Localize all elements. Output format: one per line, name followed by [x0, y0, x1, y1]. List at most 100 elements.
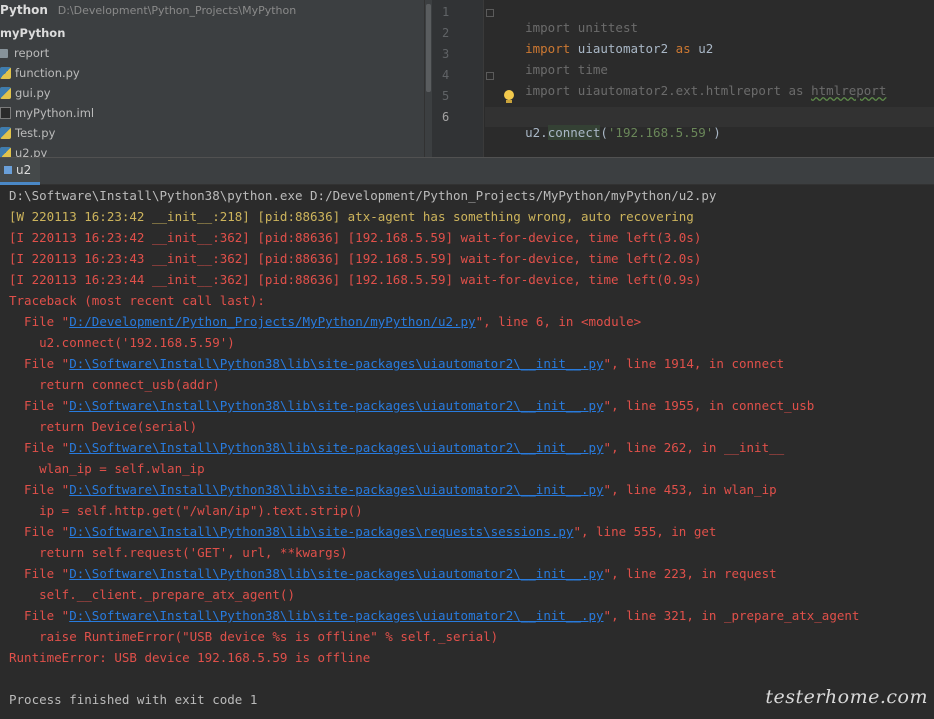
traceback-file-prefix: File ": [9, 482, 70, 497]
code-keyword: import: [525, 83, 571, 98]
traceback-frame: File "D:\Software\Install\Python38\lib\s…: [9, 479, 777, 500]
tree-root-label: myPython: [0, 26, 66, 40]
traceback-file-prefix: File ": [9, 608, 70, 623]
code-text: u2.: [525, 125, 548, 140]
code-string: '192.168.5.59': [607, 125, 714, 140]
traceback-file-prefix: File ": [9, 314, 70, 329]
line-number: 1: [442, 5, 450, 19]
traceback-location: ", line 555, in get: [573, 524, 717, 539]
traceback-file-prefix: File ": [9, 524, 70, 539]
tree-item-label: function.py: [15, 66, 80, 80]
traceback-file-link[interactable]: D:\Software\Install\Python38\lib\site-pa…: [69, 398, 603, 413]
traceback-file-link[interactable]: D:\Software\Install\Python38\lib\site-pa…: [69, 566, 603, 581]
traceback-location: ", line 6, in <module>: [475, 314, 642, 329]
traceback-file-prefix: File ": [9, 440, 70, 455]
run-tab-u2[interactable]: u2: [0, 158, 40, 185]
console-log-line: [I 220113 16:23:44 __init__:362] [pid:88…: [9, 272, 702, 287]
console-command-line: D:\Software\Install\Python38\python.exe …: [9, 188, 717, 203]
console-exit-line: Process finished with exit code 1: [9, 692, 258, 707]
traceback-location: ", line 1955, in connect_usb: [603, 398, 815, 413]
traceback-file-link[interactable]: D:\Software\Install\Python38\lib\site-pa…: [69, 440, 603, 455]
traceback-file-prefix: File ": [9, 356, 70, 371]
python-file-icon: [0, 127, 11, 139]
traceback-code: return Device(serial): [9, 419, 198, 434]
traceback-frame: File "D:\Software\Install\Python38\lib\s…: [9, 437, 784, 458]
traceback-frame: File "D:\Software\Install\Python38\lib\s…: [9, 605, 859, 626]
console-traceback-header: Traceback (most recent call last):: [9, 293, 265, 308]
run-config-icon: [4, 166, 12, 174]
traceback-code: return self.request('GET', url, **kwargs…: [9, 545, 348, 560]
traceback-code: wlan_ip = self.wlan_ip: [9, 461, 205, 476]
tree-item-test-py[interactable]: Test.py: [0, 123, 55, 143]
line-number-current: 6: [442, 110, 450, 124]
traceback-file-link[interactable]: D:/Development/Python_Projects/MyPython/…: [69, 314, 475, 329]
traceback-frame: File "D:\Software\Install\Python38\lib\s…: [9, 353, 784, 374]
traceback-file-link[interactable]: D:\Software\Install\Python38\lib\site-pa…: [69, 356, 603, 371]
code-call: connect: [547, 125, 601, 140]
tree-item-label: Test.py: [15, 126, 56, 140]
traceback-file-link[interactable]: D:\Software\Install\Python38\lib\site-pa…: [69, 482, 603, 497]
traceback-file-prefix: File ": [9, 566, 70, 581]
traceback-code: raise RuntimeError("USB device %s is off…: [9, 629, 499, 644]
tree-item-label: report: [14, 46, 50, 60]
line-gutter: 1 2 3 4 5 6: [432, 0, 484, 157]
tree-item-function-py[interactable]: function.py: [0, 63, 80, 83]
tree-item-label: u2.py: [15, 146, 48, 157]
run-console[interactable]: D:\Software\Install\Python38\python.exe …: [0, 185, 934, 719]
python-file-icon: [0, 87, 11, 99]
code-text: htmlreport: [811, 83, 887, 98]
console-log-line: [I 220113 16:23:43 __init__:362] [pid:88…: [9, 251, 702, 266]
project-path: D:\Development\Python_Projects\MyPython: [57, 4, 297, 17]
code-text: (: [600, 125, 608, 140]
fold-marker-icon[interactable]: [486, 9, 494, 17]
watermark-text: testerhome.com: [765, 686, 928, 708]
tree-item-label: myPython.iml: [15, 106, 95, 120]
lightbulb-icon[interactable]: [503, 90, 514, 104]
console-error-line: RuntimeError: USB device 192.168.5.59 is…: [9, 650, 371, 665]
python-file-icon: [0, 67, 11, 79]
traceback-frame: File "D:\Software\Install\Python38\lib\s…: [9, 521, 716, 542]
traceback-file-link[interactable]: D:\Software\Install\Python38\lib\site-pa…: [69, 524, 573, 539]
traceback-frame: File "D:/Development/Python_Projects/MyP…: [9, 311, 641, 332]
traceback-file-prefix: File ": [9, 398, 70, 413]
tree-item-label: gui.py: [15, 86, 51, 100]
code-text: u2: [690, 41, 714, 56]
line-number: 5: [442, 89, 450, 103]
traceback-code: u2.connect('192.168.5.59'): [9, 335, 235, 350]
code-line-4: import uiautomator2.ext.htmlreport as ht…: [495, 68, 886, 113]
traceback-code: ip = self.http.get("/wlan/ip").text.stri…: [9, 503, 363, 518]
project-header: Python D:\Development\Python_Projects\My…: [0, 3, 296, 23]
run-tab-label: u2: [16, 163, 32, 177]
traceback-location: ", line 223, in request: [603, 566, 777, 581]
traceback-frame: File "D:\Software\Install\Python38\lib\s…: [9, 395, 814, 416]
tree-item-gui-py[interactable]: gui.py: [0, 83, 51, 103]
traceback-code: self.__client._prepare_atx_agent(): [9, 587, 295, 602]
code-line-6: u2.connect('192.168.5.59'): [495, 110, 721, 155]
traceback-file-link[interactable]: D:\Software\Install\Python38\lib\site-pa…: [69, 608, 603, 623]
fold-marker-icon[interactable]: [486, 72, 494, 80]
line-number: 3: [442, 47, 450, 61]
tree-item-mypython-iml[interactable]: myPython.iml: [0, 103, 94, 123]
code-text: ): [713, 125, 721, 140]
traceback-location: ", line 453, in wlan_ip: [603, 482, 777, 497]
line-number: 4: [442, 68, 450, 82]
run-toolwindow-header: u2: [0, 157, 934, 185]
code-text: uiautomator2.ext.htmlreport as: [570, 83, 812, 98]
tree-item-report[interactable]: report: [0, 43, 49, 63]
traceback-location: ", line 262, in __init__: [603, 440, 785, 455]
traceback-code: return connect_usb(addr): [9, 377, 220, 392]
project-scrollbar[interactable]: [426, 4, 431, 92]
code-editor[interactable]: 1 2 3 4 5 6 import unittest import uiaut…: [432, 0, 934, 157]
traceback-location: ", line 1914, in connect: [603, 356, 785, 371]
console-log-line: [W 220113 16:23:42 __init__:218] [pid:88…: [9, 209, 694, 224]
tree-root-mypython[interactable]: myPython: [0, 23, 65, 43]
traceback-frame: File "D:\Software\Install\Python38\lib\s…: [9, 563, 777, 584]
tree-item-u2-py[interactable]: u2.py: [0, 143, 47, 157]
traceback-location: ", line 321, in _prepare_atx_agent: [603, 608, 860, 623]
project-name: Python: [0, 3, 48, 17]
line-number: 2: [442, 26, 450, 40]
code-keyword: as: [675, 41, 691, 56]
python-file-icon: [0, 147, 11, 157]
folder-icon: [0, 48, 8, 58]
project-panel: Python D:\Development\Python_Projects\My…: [0, 0, 432, 157]
